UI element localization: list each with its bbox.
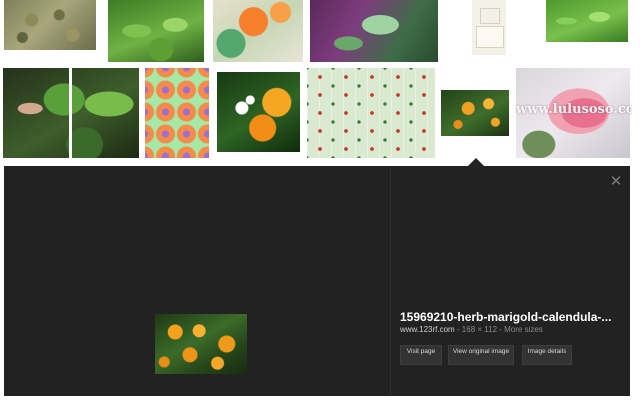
image-results-page: www.lulusoso.com ✕ 15969210-herb-marigol… — [0, 0, 632, 400]
result-thumbnail-perfume-bottle[interactable] — [450, 0, 528, 55]
panel-divider — [390, 166, 391, 396]
result-thumbnail-floral-fabric[interactable] — [307, 68, 435, 158]
view-original-image-button[interactable]: View original image — [448, 345, 514, 365]
result-thumbnail-fuchsia[interactable] — [310, 0, 438, 62]
preview-image[interactable] — [155, 314, 247, 374]
result-thumbnail-flower-pattern[interactable] — [145, 68, 209, 158]
result-thumbnail-orange-blossom[interactable] — [217, 72, 300, 152]
result-thumbnail-dried-herb[interactable] — [4, 0, 96, 50]
result-thumbnail-mint-bush[interactable] — [546, 0, 628, 42]
result-thumbnail-orange-flower[interactable] — [213, 0, 303, 62]
result-thumbnail-mint[interactable] — [108, 0, 204, 62]
image-preview-panel: ✕ 15969210-herb-marigold-calendula-... w… — [4, 166, 630, 396]
result-thumbnail-rose[interactable] — [516, 68, 630, 158]
preview-meta: www.123rf.com - 168 × 112 - More sizes — [400, 325, 543, 334]
image-details-button[interactable]: Image details — [522, 345, 572, 365]
preview-title[interactable]: 15969210-herb-marigold-calendula-... — [400, 310, 626, 324]
image-size-text[interactable]: - 168 × 112 - More sizes — [455, 325, 543, 334]
selected-pointer — [468, 158, 484, 166]
result-thumbnail-basil[interactable] — [3, 68, 139, 158]
result-thumbnail-marigold-selected[interactable] — [441, 90, 509, 136]
source-domain-link[interactable]: www.123rf.com — [400, 325, 455, 334]
close-icon[interactable]: ✕ — [608, 174, 624, 190]
visit-page-button[interactable]: Visit page — [400, 345, 442, 365]
